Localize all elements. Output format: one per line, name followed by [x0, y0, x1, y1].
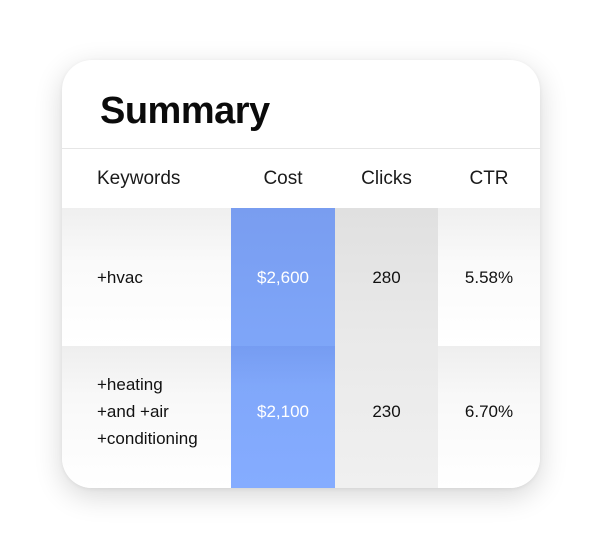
keyword-cell: +heating +and +air +conditioning [97, 371, 227, 452]
cost-cell: $2,600 [257, 268, 309, 287]
keyword-line: +heating [97, 375, 163, 394]
ctr-cell: 5.58% [464, 268, 514, 287]
summary-card: Summary Keywords Cost Clicks CTR +hvac $… [62, 60, 540, 488]
summary-title: Summary [100, 90, 270, 132]
keyword-line: +and +air [97, 402, 169, 421]
cost-row-divider [231, 346, 335, 386]
title-divider [62, 148, 540, 149]
clicks-cell: 280 [372, 268, 401, 287]
keyword-line: +conditioning [97, 429, 198, 448]
clicks-column-shade [335, 208, 438, 488]
clicks-cell: 230 [372, 402, 401, 421]
column-header-cost: Cost [263, 168, 303, 189]
column-header-ctr: CTR [469, 168, 509, 189]
ctr-cell: 6.70% [464, 402, 514, 421]
cost-cell: $2,100 [257, 402, 309, 421]
column-header-keywords: Keywords [97, 168, 181, 189]
keyword-cell: +hvac [97, 264, 227, 291]
column-header-clicks: Clicks [361, 168, 412, 189]
keyword-line: +hvac [97, 268, 143, 287]
